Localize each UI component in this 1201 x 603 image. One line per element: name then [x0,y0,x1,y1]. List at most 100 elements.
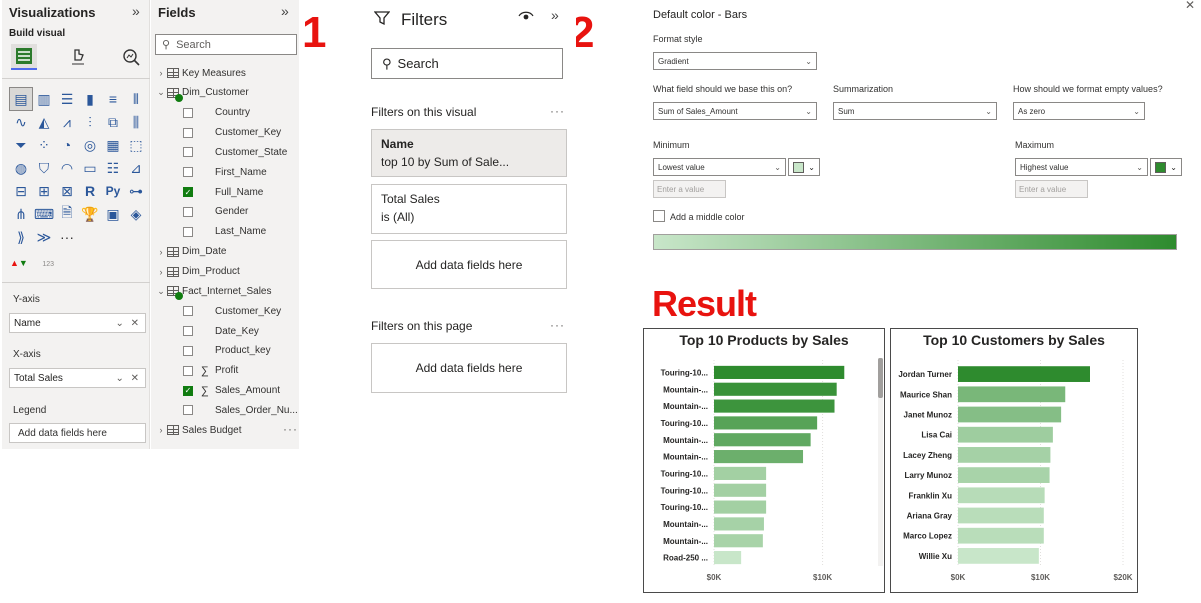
field-node[interactable]: Product_key [155,342,303,360]
donut-icon[interactable]: ◎ [79,134,101,156]
field-node[interactable]: Gender [155,203,303,221]
area-chart-icon[interactable]: ◭ [33,111,55,133]
table-node[interactable]: ⌄ Fact_Internet_Sales [155,282,303,301]
table-icon[interactable]: ▤ [9,87,33,111]
r-visual-icon[interactable]: R [79,180,101,202]
bar[interactable] [958,406,1062,423]
chevron-right-icon[interactable]: › [155,247,167,257]
clustered-bar-icon[interactable]: ≡ [102,88,124,110]
chevron-down-icon[interactable]: ⌄ [155,286,167,297]
field-checkbox[interactable] [183,405,193,416]
field-node[interactable]: Country [155,104,303,122]
bar[interactable] [714,500,767,514]
table-node[interactable]: › Key Measures [155,64,303,82]
top-products-chart[interactable]: Top 10 Products by Sales $0K $10K Touring-… [643,328,885,593]
scatter-icon[interactable]: ⁘ [33,134,55,156]
bar[interactable] [714,365,845,379]
paginated-report-icon[interactable]: ▣ [102,203,124,225]
field-node[interactable]: First_Name [155,163,303,181]
middle-color-checkbox[interactable] [653,210,665,222]
bar[interactable] [958,366,1090,382]
key-influencers-icon[interactable]: ⊶ [125,180,147,202]
decomposition-tree-icon[interactable]: ⋔ [10,203,32,225]
clustered-column-icon[interactable]: ⫴ [125,88,147,110]
field-checkbox[interactable] [183,167,193,178]
chevron-right-icon[interactable]: › [155,425,167,435]
ribbon-chart-icon[interactable]: ⧉ [102,111,124,133]
table-node[interactable]: › Sales Budget [155,421,303,439]
build-visual-tab-icon[interactable] [11,44,37,70]
field-checkbox[interactable] [183,147,193,158]
power-apps-icon[interactable]: ◈ [125,203,147,225]
field-checkbox[interactable] [183,326,193,337]
bar[interactable] [958,386,1066,403]
field-checkbox[interactable] [183,345,193,356]
multirow-card-icon[interactable]: ☷ [102,157,124,179]
waterfall-icon[interactable]: ⫼ [125,111,147,133]
more-icon[interactable]: ··· [56,226,78,248]
fields-search-box[interactable]: ⚲ Search [155,34,297,55]
eye-icon[interactable] [518,9,534,26]
gauge-icon[interactable]: ◠ [56,157,78,179]
maximum-select[interactable]: Highest value ⌄ [1015,158,1148,176]
format-visual-tab-icon[interactable] [67,46,89,68]
legend-well[interactable]: Add data fields here [9,423,146,443]
smart-narrative-icon[interactable]: 🗎 [56,203,78,225]
table-node[interactable]: ⌄ Dim_Customer [155,84,303,102]
bar[interactable] [714,466,767,480]
chevron-right-icon[interactable]: › [155,68,167,78]
top-customers-chart[interactable]: Top 10 Customers by Sales $0K $10K $20K Jor… [890,328,1138,593]
field-node[interactable]: Customer_Key [155,124,303,142]
kpi-number-label[interactable]: 123 [42,261,54,268]
minimum-color-picker[interactable]: ⌄ [788,158,820,176]
matrix-icon[interactable]: ⊠ [56,180,78,202]
empty-values-select[interactable]: As zero ⌄ [1013,102,1145,120]
bar[interactable] [958,548,1039,564]
bar[interactable] [714,483,767,497]
bar[interactable] [714,416,818,430]
bar[interactable] [958,487,1045,504]
filters-page-more-icon[interactable]: ··· [550,318,565,332]
format-style-select[interactable]: Gradient ⌄ [653,52,817,70]
stacked-area-icon[interactable]: ⩘ [56,111,78,133]
kpi-up-icon[interactable]: ▼ [19,258,28,268]
globe-icon[interactable]: ◍ [10,157,32,179]
table-visual-icon[interactable]: ⊞ [33,180,55,202]
bar[interactable] [714,450,804,464]
stacked-bar-icon[interactable]: ☰ [56,88,78,110]
minimum-value-input[interactable]: Enter a value [653,180,726,198]
power-automate-icon[interactable]: ⟫ [10,226,32,248]
field-node[interactable]: ∑ Profit [155,362,303,380]
field-checkbox[interactable] [183,365,193,376]
collapse-visualizations-icon[interactable]: » [132,3,140,19]
bar[interactable] [958,467,1050,483]
field-node[interactable]: Last_Name [155,223,303,241]
filled-map-icon[interactable]: ⛉ [33,157,55,179]
field-checkbox[interactable]: ✓ [183,187,193,198]
field-checkbox[interactable]: ✓ [183,385,193,396]
base-field-select[interactable]: Sum of Sales_Amount ⌄ [653,102,817,120]
sales-budget-more-icon[interactable]: ··· [283,422,298,436]
bar[interactable] [714,517,764,531]
bar[interactable] [714,551,742,565]
field-node[interactable]: ✓ ∑ Sales_Amount [155,382,303,400]
qa-icon[interactable]: ⌨ [33,203,55,225]
field-checkbox[interactable] [183,127,193,138]
python-visual-icon[interactable]: Py [102,180,124,202]
field-checkbox[interactable] [183,206,193,217]
field-checkbox[interactable] [183,107,193,118]
field-node[interactable]: Customer_Key [155,302,303,320]
funnel-icon[interactable]: ⏷ [10,134,32,156]
chevron-right-icon[interactable]: › [155,267,167,277]
column-chart-icon[interactable]: ▮ [79,88,101,110]
field-node[interactable]: Date_Key [155,322,303,340]
pie-icon[interactable]: ◔ [56,134,78,156]
bar-chart-icon[interactable]: ▥ [33,88,55,110]
bar[interactable] [714,382,837,396]
bar[interactable] [958,447,1051,463]
add-page-filter-dropzone[interactable]: Add data fields here [371,343,567,393]
field-node[interactable]: Customer_State [155,143,303,161]
bar[interactable] [958,527,1044,544]
x-axis-well[interactable]: Total Sales ⌄ ✕ [9,368,146,388]
bar[interactable] [958,426,1053,443]
